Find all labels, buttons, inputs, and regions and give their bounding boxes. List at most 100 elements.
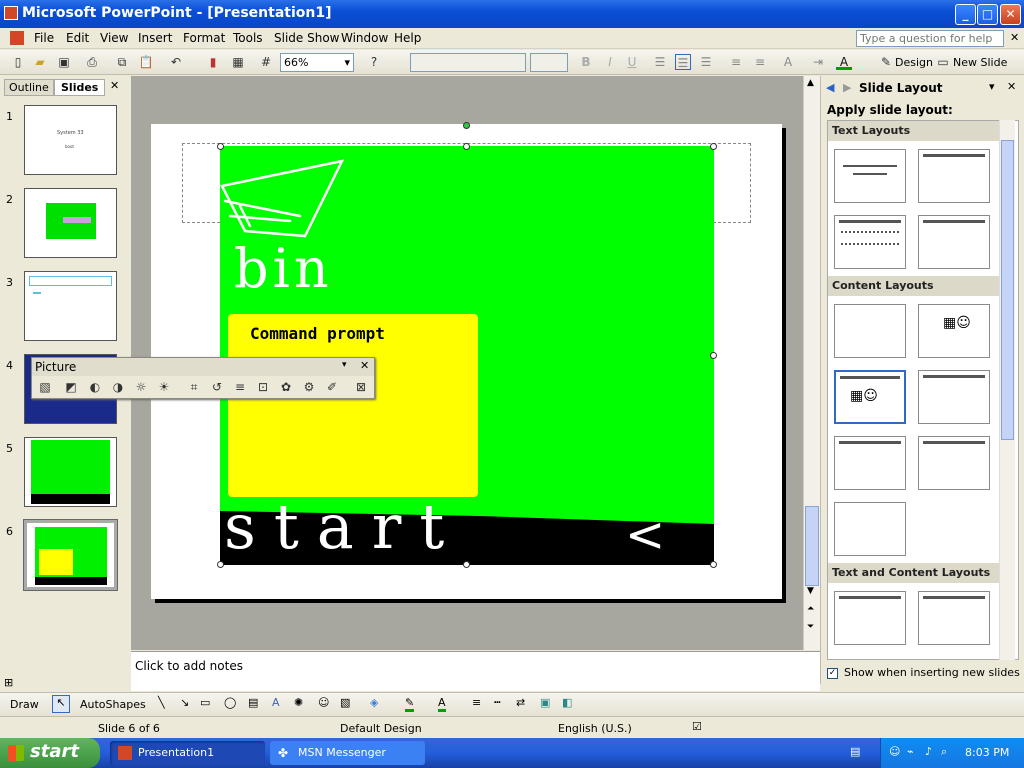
tab-outline[interactable]: Outline — [4, 79, 54, 96]
font-size-combo[interactable] — [530, 53, 568, 72]
task-pane-scrollbar[interactable] — [999, 120, 1015, 660]
3d-icon[interactable]: ◧ — [562, 696, 572, 709]
picture-toolbar-titlebar[interactable]: Picture ▾ ✕ — [32, 358, 374, 376]
taskbar-item-presentation[interactable]: Presentation1 — [110, 741, 265, 765]
selection-handle[interactable] — [217, 561, 224, 568]
design-icon[interactable]: ✎ — [878, 54, 894, 70]
show-new-slides-checkbox[interactable]: ✓ — [827, 668, 838, 679]
line-color-icon[interactable]: ✎ — [405, 696, 415, 712]
diagram-icon[interactable]: ✺ — [294, 696, 303, 709]
menu-window[interactable]: Window — [341, 31, 388, 45]
oval-icon[interactable]: ◯ — [224, 696, 236, 709]
layout-title-only[interactable] — [918, 149, 990, 203]
layout-four-content[interactable] — [834, 502, 906, 556]
close-task-pane-icon[interactable]: ✕ — [1007, 80, 1016, 93]
close-pane-icon[interactable]: ✕ — [110, 79, 119, 92]
new-slide-icon[interactable]: ▭ — [935, 54, 951, 70]
layout-title-content-selected[interactable]: ▦☺ — [834, 370, 906, 424]
layout-title-slide[interactable] — [834, 149, 906, 203]
notes-placeholder[interactable]: Click to add notes — [135, 659, 243, 673]
menu-file[interactable]: File — [34, 31, 54, 45]
previous-slide-icon[interactable]: ⏶ — [807, 604, 814, 614]
layout-text-content-1[interactable] — [834, 591, 906, 645]
close-document-icon[interactable]: ✕ — [1010, 31, 1019, 44]
undo-icon[interactable]: ↶ — [168, 54, 184, 70]
indent-icon[interactable]: ⇥ — [810, 54, 826, 70]
chevron-down-icon[interactable]: ▾ — [342, 360, 347, 370]
msn-tray-icon[interactable]: ☺ — [889, 745, 900, 758]
chevron-down-icon[interactable]: ▾ — [989, 80, 995, 93]
set-transparent-icon[interactable]: ✐ — [323, 378, 341, 396]
grid-icon[interactable]: # — [258, 54, 274, 70]
help-icon[interactable]: ? — [366, 54, 382, 70]
forward-icon[interactable]: ▶ — [843, 81, 851, 94]
layout-blank[interactable] — [834, 304, 906, 358]
compress-icon[interactable]: ⊡ — [254, 378, 272, 396]
scroll-thumb[interactable] — [805, 506, 819, 586]
back-icon[interactable]: ◀ — [826, 81, 834, 94]
command-prompt-box[interactable]: Command prompt — [228, 314, 478, 497]
scroll-down-icon[interactable]: ▼ — [807, 586, 814, 596]
line-style-icon[interactable]: ≡ — [472, 696, 481, 709]
line-style-icon[interactable]: ≡ — [231, 378, 249, 396]
font-color-icon[interactable]: A — [438, 696, 446, 712]
wordart-icon[interactable]: A — [272, 696, 280, 709]
slide-thumbnail-2[interactable] — [24, 188, 117, 258]
menu-insert[interactable]: Insert — [138, 31, 172, 45]
bold-icon[interactable]: B — [578, 54, 594, 70]
picture-icon[interactable]: ▧ — [340, 696, 350, 709]
underline-icon[interactable]: U — [624, 54, 640, 70]
layout-title-two-content[interactable] — [918, 370, 990, 424]
show-new-slides-label[interactable]: Show when inserting new slides — [844, 666, 1020, 679]
table-icon[interactable]: ▦ — [230, 54, 246, 70]
more-contrast-icon[interactable]: ◐ — [86, 378, 104, 396]
font-color-icon[interactable]: A — [836, 54, 852, 70]
slide-thumbnail-6-selected[interactable] — [23, 519, 118, 591]
rotate-handle[interactable] — [463, 122, 470, 129]
start-button[interactable]: start — [0, 738, 100, 768]
show-desktop-icon[interactable]: ▤ — [850, 745, 860, 758]
less-contrast-icon[interactable]: ◑ — [109, 378, 127, 396]
powerpoint-app-icon[interactable] — [4, 6, 18, 20]
search-tray-icon[interactable]: ⌕ — [941, 745, 947, 759]
zoom-combo[interactable]: 66% ▾ — [280, 53, 354, 72]
chart-icon[interactable]: ▮ — [205, 54, 221, 70]
layout-content[interactable]: ▦☺ — [918, 304, 990, 358]
close-button[interactable]: ✕ — [1000, 4, 1021, 25]
document-icon[interactable] — [10, 31, 24, 45]
reset-picture-icon[interactable]: ⊠ — [352, 378, 370, 396]
rotate-left-icon[interactable]: ↺ — [208, 378, 226, 396]
menu-format[interactable]: Format — [183, 31, 225, 45]
save-icon[interactable]: ▣ — [56, 54, 72, 70]
vertical-scrollbar[interactable]: ▲ ▼ ⏶ ⏷ — [803, 76, 820, 650]
menu-help[interactable]: Help — [394, 31, 421, 45]
copy-icon[interactable]: ⧉ — [114, 54, 130, 70]
align-center-icon[interactable]: ☰ — [675, 54, 691, 70]
clipart-icon[interactable]: ☺ — [318, 696, 329, 709]
font-combo[interactable] — [410, 53, 526, 72]
select-objects-icon[interactable]: ↖ — [52, 695, 70, 713]
color-icon[interactable]: ◩ — [62, 378, 80, 396]
normal-view-icon[interactable]: ⊞ — [4, 676, 13, 689]
selection-handle[interactable] — [710, 561, 717, 568]
help-search-input[interactable] — [856, 30, 1004, 47]
close-icon[interactable]: ✕ — [360, 359, 369, 372]
arrow-style-icon[interactable]: ⇄ — [516, 696, 525, 709]
line-icon[interactable]: ╲ — [158, 696, 165, 709]
next-slide-icon[interactable]: ⏷ — [807, 622, 814, 632]
numbering-icon[interactable]: ≡ — [728, 54, 744, 70]
selection-handle[interactable] — [710, 143, 717, 150]
slide-thumbnail-1[interactable]: System 33 boot — [24, 105, 117, 175]
maximize-button[interactable]: □ — [977, 4, 998, 25]
format-picture-icon[interactable]: ⚙ — [300, 378, 318, 396]
dash-style-icon[interactable]: ┅ — [494, 696, 501, 709]
taskbar-item-msn[interactable]: ✤ MSN Messenger — [270, 741, 425, 765]
less-brightness-icon[interactable]: ☀ — [155, 378, 173, 396]
menu-tools[interactable]: Tools — [233, 31, 263, 45]
arrow-icon[interactable]: ↘ — [180, 696, 189, 709]
network-tray-icon[interactable]: ⌁ — [907, 745, 914, 758]
layout-title-content-2[interactable] — [834, 436, 906, 490]
volume-tray-icon[interactable]: ♪ — [925, 745, 932, 758]
notes-pane[interactable]: Click to add notes — [131, 651, 820, 691]
layout-two-column-text[interactable] — [918, 215, 990, 269]
